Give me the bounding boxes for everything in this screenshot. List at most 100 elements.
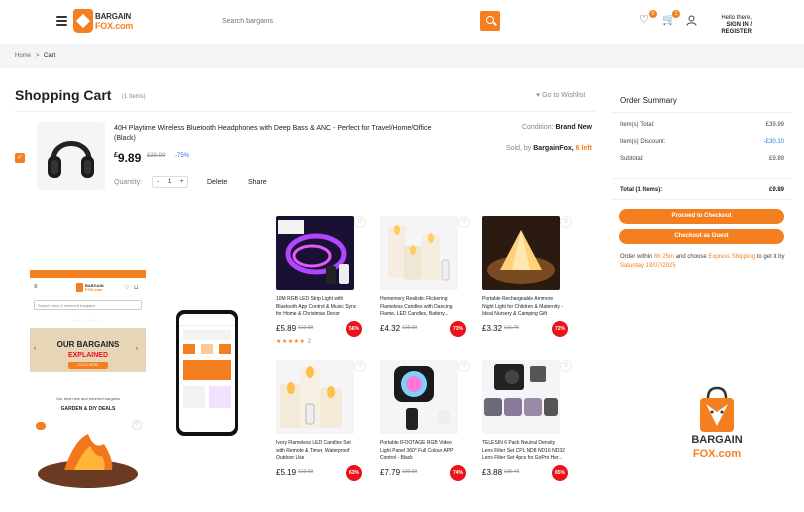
breadcrumb-home[interactable]: Home bbox=[15, 53, 31, 59]
share-button[interactable]: Share bbox=[248, 179, 267, 186]
item-old-price: £39.99 bbox=[147, 153, 166, 159]
grand-total-value: £9.89 bbox=[768, 187, 784, 193]
divider bbox=[612, 199, 792, 200]
brand-line2: FOX.com bbox=[95, 21, 134, 31]
quantity-plus-button[interactable]: + bbox=[180, 179, 184, 185]
product-card[interactable]: ♡ Portable IFOOTAGE RGB Video Light Pane… bbox=[380, 360, 470, 496]
phone-screen bbox=[179, 314, 235, 432]
proceed-to-checkout-button[interactable]: Proceed to Checkout bbox=[619, 209, 784, 224]
wishlist-heart-icon[interactable]: ♡ bbox=[354, 216, 366, 228]
quantity-stepper: - 1 + bbox=[152, 176, 188, 188]
delivery-estimate: Order within 6h 25m and choose Express S… bbox=[620, 253, 790, 271]
product-price: £3.88 bbox=[482, 468, 503, 477]
summary-row-discount: Item(s) Discount: -£30.10 bbox=[620, 139, 784, 145]
price-value: 9.89 bbox=[117, 151, 142, 165]
quantity-value[interactable]: 1 bbox=[168, 179, 171, 185]
wishlist-heart-icon[interactable]: ♡ 0 bbox=[639, 10, 657, 26]
phone-search bbox=[183, 330, 231, 340]
product-card[interactable]: ♡ Ivory Flameless LED Candles Set with R… bbox=[276, 360, 366, 496]
brand-logo-large: BARGAIN FOX.com bbox=[684, 386, 750, 466]
item-select-checkbox[interactable]: ✓ bbox=[15, 153, 25, 163]
product-image-night-light[interactable] bbox=[482, 216, 560, 290]
note-part: to get it by bbox=[755, 254, 785, 260]
summary-row-total: Item(s) Total: £39.99 bbox=[620, 122, 784, 128]
product-image-lens-filters[interactable] bbox=[482, 360, 560, 434]
phone-product bbox=[209, 386, 231, 408]
wishlist-heart-icon[interactable]: ♡ bbox=[560, 216, 572, 228]
preview-banner-cta: CLICK HERE bbox=[68, 362, 108, 369]
preview-tagline: Our best new and returned bargains bbox=[55, 396, 121, 401]
brand-logo[interactable]: BARGAIN FOX.com bbox=[73, 7, 135, 35]
product-image-candles[interactable] bbox=[380, 216, 458, 290]
phone-banner bbox=[183, 360, 231, 380]
chevron-left-icon: ‹ bbox=[34, 346, 36, 352]
user-icon[interactable] bbox=[686, 15, 698, 26]
product-card[interactable]: ♡ 10M RGB LED Strip Light with Bluetooth… bbox=[276, 216, 366, 352]
product-title[interactable]: Homemory Realistic Flickering Flameless … bbox=[380, 296, 464, 318]
discount-badge: 73% bbox=[450, 321, 466, 337]
total-value: £39.99 bbox=[765, 122, 784, 128]
delivery-date: Saturday 19/07/2025 bbox=[620, 263, 676, 269]
chevron-right-icon: › bbox=[136, 346, 138, 352]
wishlist-heart-icon[interactable]: ♡ bbox=[458, 360, 470, 372]
mobile-site-preview-image: ≡ BARGAIN FOX.com ♡ ⊔ Search new & retur… bbox=[30, 270, 146, 490]
wishlist-heart-icon[interactable]: ♡ bbox=[560, 360, 572, 372]
account-link[interactable]: Hello there, SIGN IN / REGISTER bbox=[700, 15, 752, 36]
breadcrumb-band bbox=[0, 44, 804, 68]
express-shipping-link[interactable]: Express Shipping bbox=[708, 254, 755, 260]
go-to-wishlist-link[interactable]: ♥ Go to Wishlist bbox=[536, 92, 585, 99]
fox-bag-icon bbox=[76, 283, 83, 292]
brand-line2: FOX.com bbox=[692, 448, 742, 460]
product-title[interactable]: 10M RGB LED Strip Light with Bluetooth A… bbox=[276, 296, 360, 318]
discount-badge: 74% bbox=[450, 465, 466, 481]
product-card[interactable]: ♡ Portable Rechargeable Ammore Night Lig… bbox=[482, 216, 572, 352]
search-button[interactable] bbox=[480, 11, 500, 31]
product-image-led-strip[interactable] bbox=[276, 216, 354, 290]
product-title[interactable]: TELESIN 6 Pack Neutral Density Lens Filt… bbox=[482, 440, 566, 462]
preview-logo: BARGAIN FOX.com bbox=[76, 283, 104, 293]
product-price: £4.32 bbox=[380, 324, 401, 333]
wishlist-heart-icon[interactable]: ♡ bbox=[354, 360, 366, 372]
product-title[interactable]: Portable Rechargeable Ammore Night Light… bbox=[482, 296, 566, 318]
preview-badge bbox=[36, 422, 46, 430]
breadcrumb-current: Cart bbox=[44, 53, 56, 59]
site-header: BARGAIN FOX.com ♡ 0 🛒 1 Hello there, SIG… bbox=[0, 0, 804, 44]
phone-tile bbox=[219, 344, 231, 354]
cart-icon[interactable]: 🛒 1 bbox=[662, 10, 680, 26]
grand-total-label: Total (1 Items): bbox=[620, 187, 663, 193]
heart-icon: ♡ bbox=[132, 420, 142, 430]
item-thumbnail[interactable] bbox=[37, 122, 105, 190]
divider bbox=[15, 111, 595, 112]
items-count: (1 Items) bbox=[122, 94, 146, 100]
product-image-video-light[interactable] bbox=[380, 360, 458, 434]
discount-badge: 63% bbox=[346, 465, 362, 481]
cart-count-badge: 1 bbox=[672, 10, 680, 18]
preview-top-bar bbox=[30, 270, 146, 278]
item-name[interactable]: 40H Playtime Wireless Bluetooth Headphon… bbox=[114, 124, 454, 144]
product-price: £5.89 bbox=[276, 324, 297, 333]
phone-header bbox=[179, 314, 235, 326]
menu-icon[interactable] bbox=[56, 16, 67, 26]
item-discount: -75% bbox=[175, 153, 190, 159]
product-title[interactable]: Portable IFOOTAGE RGB Video Light Panel … bbox=[380, 440, 464, 462]
product-card[interactable]: ♡ TELESIN 6 Pack Neutral Density Lens Fi… bbox=[482, 360, 572, 496]
heart-icon: ♥ bbox=[536, 92, 541, 99]
product-title[interactable]: Ivory Flameless LED Candles Set with Rem… bbox=[276, 440, 360, 462]
subtotal-label: Subtotal: bbox=[620, 156, 644, 162]
search-input[interactable] bbox=[214, 11, 480, 31]
seller-name[interactable]: BargainFox, bbox=[533, 145, 573, 152]
note-part: Order within bbox=[620, 254, 655, 260]
preview-banner-sub: EXPLAINED bbox=[67, 352, 109, 359]
summary-row-grand-total: Total (1 Items): £9.89 bbox=[620, 187, 784, 193]
quantity-minus-button[interactable]: - bbox=[157, 179, 159, 185]
delete-button[interactable]: Delete bbox=[207, 179, 227, 186]
product-card[interactable]: ♡ Homemory Realistic Flickering Flameles… bbox=[380, 216, 470, 352]
total-label: Item(s) Total: bbox=[620, 122, 655, 128]
wishlist-heart-icon[interactable]: ♡ bbox=[458, 216, 470, 228]
divider bbox=[612, 112, 792, 113]
signin-register-link[interactable]: SIGN IN / REGISTER bbox=[721, 22, 752, 35]
checkout-as-guest-button[interactable]: Checkout as Guest bbox=[619, 229, 784, 244]
summary-row-subtotal: Subtotal: £9.89 bbox=[620, 156, 784, 162]
product-image-ivory-candles[interactable] bbox=[276, 360, 354, 434]
stars-icon: ★★★★★ bbox=[276, 339, 306, 345]
